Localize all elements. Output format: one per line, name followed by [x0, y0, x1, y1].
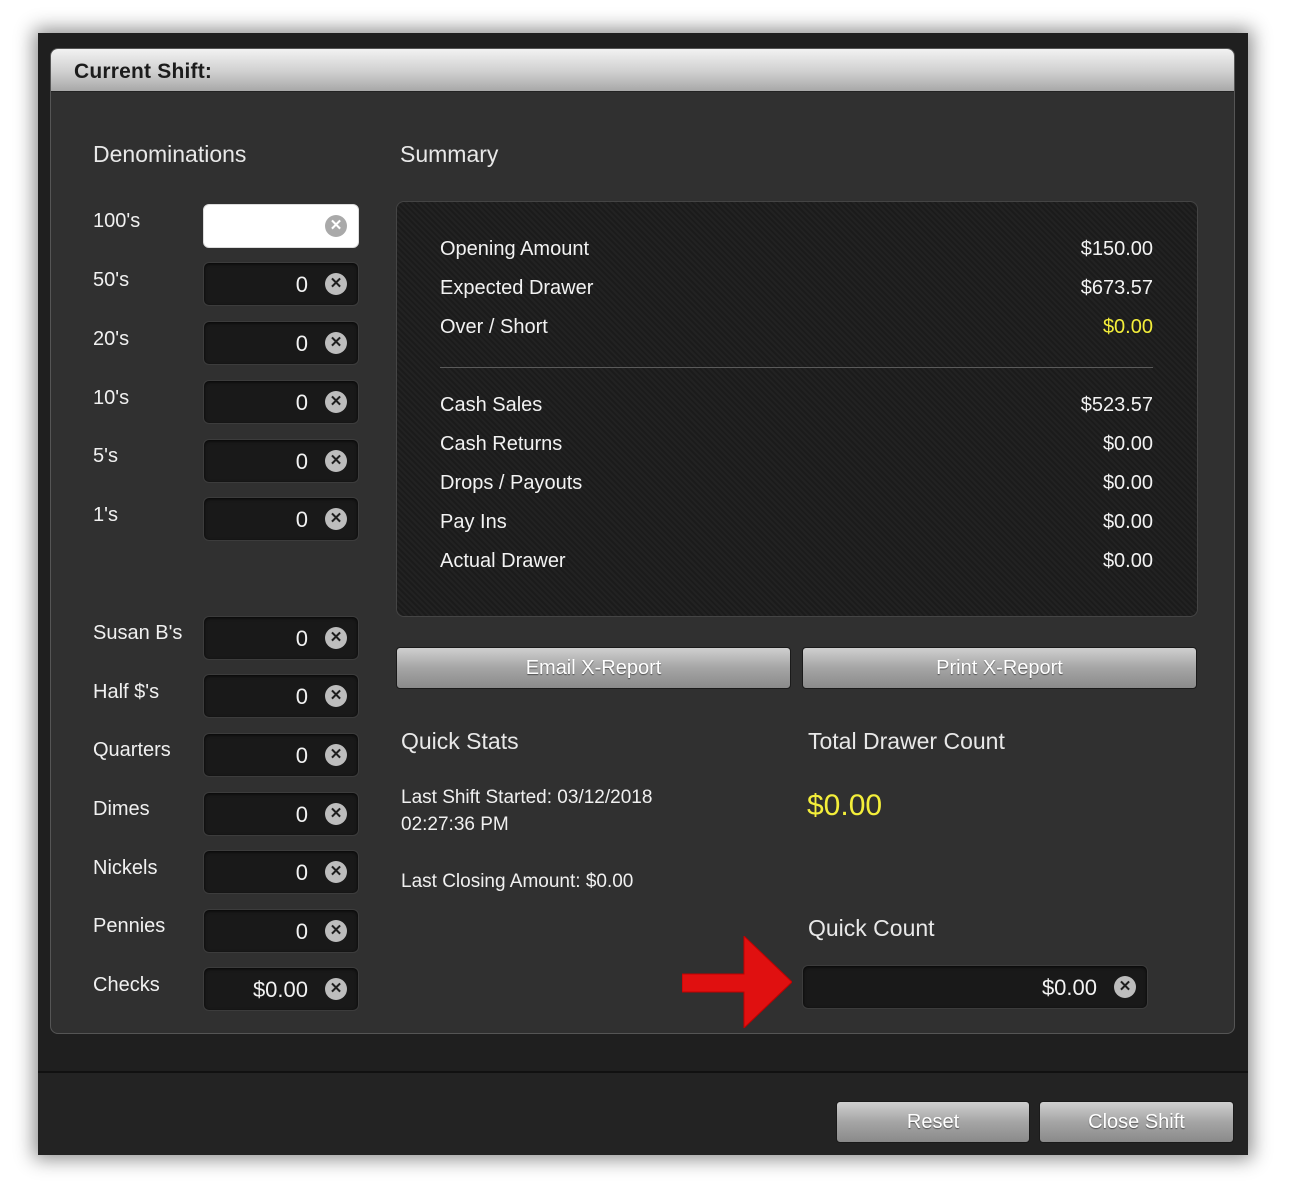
panel-header: Current Shift: [51, 49, 1234, 92]
denom-input-half-dollars[interactable]: 0 ✕ [203, 674, 359, 718]
reset-button[interactable]: Reset [836, 1101, 1030, 1143]
denom-label-pennies: Pennies [93, 915, 166, 937]
clear-icon[interactable]: ✕ [325, 391, 347, 413]
current-shift-panel: Current Shift: Denominations 100's ✕ 50'… [50, 48, 1235, 1034]
clear-icon[interactable]: ✕ [325, 273, 347, 295]
summary-value: $0.00 [1102, 511, 1153, 533]
denom-label-half-dollars: Half $'s [93, 681, 160, 703]
summary-row-cash-sales: Cash Sales $523.57 [440, 394, 1153, 422]
denom-input-checks[interactable]: $0.00 ✕ [203, 967, 359, 1011]
summary-row-opening-amount: Opening Amount $150.00 [440, 238, 1153, 266]
denom-input-dimes[interactable]: 0 ✕ [203, 792, 359, 836]
denom-value: 0 [295, 449, 308, 474]
denom-input-quarters[interactable]: 0 ✕ [203, 733, 359, 777]
close-shift-button[interactable]: Close Shift [1039, 1101, 1234, 1143]
clear-icon[interactable]: ✕ [325, 627, 347, 649]
denom-value: 0 [295, 802, 308, 827]
summary-label: Pay Ins [440, 511, 507, 533]
clear-icon[interactable]: ✕ [325, 508, 347, 530]
clear-icon[interactable]: ✕ [325, 332, 347, 354]
clear-icon[interactable]: ✕ [325, 685, 347, 707]
summary-row-over-short: Over / Short $0.00 [440, 316, 1153, 344]
summary-value: $523.57 [1080, 394, 1153, 416]
summary-row-expected-drawer: Expected Drawer $673.57 [440, 277, 1153, 305]
clear-icon[interactable]: ✕ [325, 450, 347, 472]
summary-value: $0.00 [1102, 433, 1153, 455]
denom-label-nickels: Nickels [93, 857, 158, 879]
denom-value: $0.00 [252, 977, 308, 1002]
summary-label: Drops / Payouts [440, 472, 583, 494]
quick-stats-heading: Quick Stats [401, 728, 519, 754]
denom-value: 0 [295, 272, 308, 297]
summary-row-pay-ins: Pay Ins $0.00 [440, 511, 1153, 539]
summary-box: Opening Amount $150.00 Expected Drawer $… [396, 201, 1198, 617]
denom-label-dimes: Dimes [93, 798, 150, 820]
last-closing-amount: Last Closing Amount: $0.00 [401, 871, 634, 892]
denom-label-5s: 5's [93, 445, 118, 467]
denom-input-pennies[interactable]: 0 ✕ [203, 909, 359, 953]
quick-count-input[interactable]: $0.00 ✕ [802, 965, 1148, 1009]
clear-icon[interactable]: ✕ [325, 920, 347, 942]
denom-value: 0 [295, 743, 308, 768]
denom-label-100s: 100's [93, 210, 141, 232]
denom-value: 0 [295, 390, 308, 415]
summary-row-cash-returns: Cash Returns $0.00 [440, 433, 1153, 461]
clear-icon[interactable]: ✕ [325, 744, 347, 766]
denom-input-50s[interactable]: 0 ✕ [203, 262, 359, 306]
denom-label-20s: 20's [93, 328, 130, 350]
denom-label-susan-b: Susan B's [93, 622, 183, 644]
annotation-arrow-icon [682, 936, 792, 1028]
denom-input-nickels[interactable]: 0 ✕ [203, 850, 359, 894]
denominations-heading: Denominations [93, 141, 247, 167]
summary-value: $150.00 [1080, 238, 1153, 260]
summary-label: Cash Returns [440, 433, 563, 455]
summary-divider [440, 367, 1153, 368]
denom-input-5s[interactable]: 0 ✕ [203, 439, 359, 483]
quick-count-heading: Quick Count [808, 915, 935, 941]
denom-input-100s[interactable]: ✕ [203, 204, 359, 248]
clear-icon[interactable]: ✕ [325, 861, 347, 883]
total-drawer-count-heading: Total Drawer Count [808, 728, 1005, 754]
denom-input-susan-b[interactable]: 0 ✕ [203, 616, 359, 660]
summary-value: $673.57 [1080, 277, 1153, 299]
denom-value: 0 [295, 626, 308, 651]
denom-input-1s[interactable]: 0 ✕ [203, 497, 359, 541]
last-shift-started: Last Shift Started: 03/12/2018 [401, 787, 653, 808]
clear-icon[interactable]: ✕ [325, 978, 347, 1000]
summary-label: Cash Sales [440, 394, 543, 416]
summary-label: Opening Amount [440, 238, 589, 260]
denom-value: 0 [295, 507, 308, 532]
summary-value: $0.00 [1102, 472, 1153, 494]
summary-value: $0.00 [1102, 550, 1153, 572]
quick-count-value: $0.00 [1041, 975, 1097, 1000]
last-shift-started-time: 02:27:36 PM [401, 814, 509, 835]
denom-label-quarters: Quarters [93, 739, 171, 761]
panel-title: Current Shift: [74, 60, 213, 83]
denom-value: 0 [295, 684, 308, 709]
denom-value: 0 [295, 331, 308, 356]
denom-input-20s[interactable]: 0 ✕ [203, 321, 359, 365]
denom-label-checks: Checks [93, 974, 160, 996]
clear-icon[interactable]: ✕ [325, 215, 347, 237]
denom-value: 0 [295, 919, 308, 944]
summary-value: $0.00 [1102, 316, 1153, 338]
summary-row-actual-drawer: Actual Drawer $0.00 [440, 550, 1153, 578]
denom-label-1s: 1's [93, 504, 118, 526]
denom-value: 0 [295, 860, 308, 885]
summary-heading: Summary [400, 141, 499, 167]
total-drawer-count-value: $0.00 [807, 789, 883, 822]
email-x-report-button[interactable]: Email X-Report [396, 647, 791, 689]
summary-label: Actual Drawer [440, 550, 566, 572]
summary-label: Expected Drawer [440, 277, 594, 299]
summary-row-drops-payouts: Drops / Payouts $0.00 [440, 472, 1153, 500]
summary-label: Over / Short [440, 316, 548, 338]
denom-label-50s: 50's [93, 269, 130, 291]
clear-icon[interactable]: ✕ [1114, 976, 1136, 998]
clear-icon[interactable]: ✕ [325, 803, 347, 825]
denom-input-10s[interactable]: 0 ✕ [203, 380, 359, 424]
print-x-report-button[interactable]: Print X-Report [802, 647, 1197, 689]
denom-label-10s: 10's [93, 387, 130, 409]
